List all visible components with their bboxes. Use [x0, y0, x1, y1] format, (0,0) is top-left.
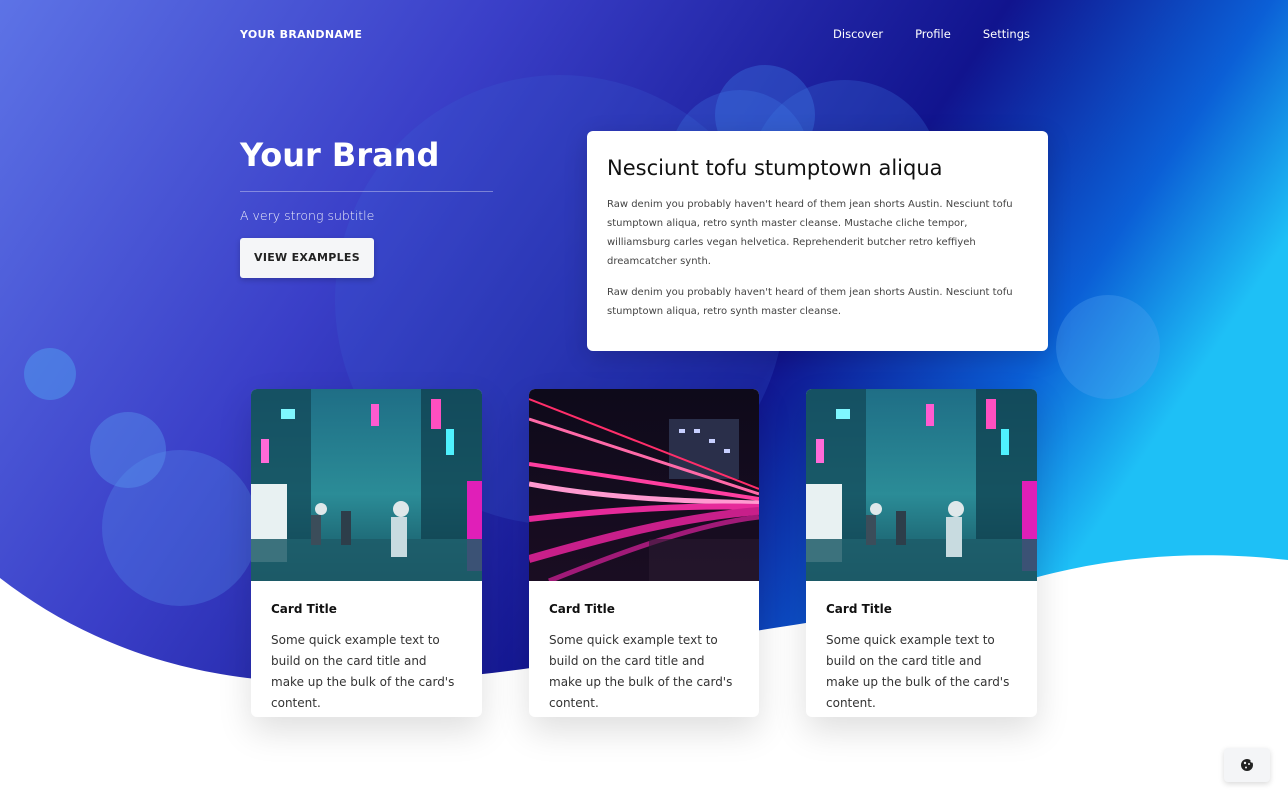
card-title: Card Title: [826, 602, 892, 616]
card-title: Card Title: [271, 602, 337, 616]
card-body: Card Title Some quick example text to bu…: [251, 581, 482, 717]
light-trails-photo: [529, 389, 759, 581]
cookie-settings-button[interactable]: [1224, 748, 1270, 782]
card-text: Some quick example text to build on the …: [549, 633, 733, 710]
brand-link[interactable]: YOUR BRANDNAME: [240, 28, 362, 41]
nav-link-settings[interactable]: Settings: [983, 27, 1030, 41]
hero-subtitle: A very strong subtitle: [240, 208, 375, 223]
neon-street-photo: [806, 389, 1037, 581]
card-title: Card Title: [549, 602, 615, 616]
info-card: Nesciunt tofu stumptown aliqua Raw denim…: [587, 131, 1048, 351]
neon-street-photo: [251, 389, 482, 581]
view-examples-button[interactable]: VIEW EXAMPLES: [240, 238, 374, 278]
hero-title: Your Brand: [240, 136, 440, 174]
card-body: Card Title Some quick example text to bu…: [529, 581, 759, 717]
info-card-title: Nesciunt tofu stumptown aliqua: [607, 156, 943, 180]
navbar: YOUR BRANDNAME Discover Profile Settings: [240, 22, 1030, 46]
card-3[interactable]: Card Title Some quick example text to bu…: [806, 389, 1037, 717]
nav-links: Discover Profile Settings: [833, 27, 1030, 41]
nav-link-profile[interactable]: Profile: [915, 27, 951, 41]
card-text: Some quick example text to build on the …: [271, 633, 455, 710]
cookie-icon: [1241, 759, 1254, 771]
card-1[interactable]: Card Title Some quick example text to bu…: [251, 389, 482, 717]
nav-link-discover[interactable]: Discover: [833, 27, 883, 41]
info-card-paragraph: Raw denim you probably haven't heard of …: [607, 199, 1013, 267]
info-card-paragraph: Raw denim you probably haven't heard of …: [607, 287, 1013, 317]
card-body: Card Title Some quick example text to bu…: [806, 581, 1037, 717]
card-2[interactable]: Card Title Some quick example text to bu…: [529, 389, 759, 717]
hero-divider: [240, 191, 493, 192]
card-text: Some quick example text to build on the …: [826, 633, 1010, 710]
hero-section: Your Brand A very strong subtitle VIEW E…: [240, 133, 494, 278]
